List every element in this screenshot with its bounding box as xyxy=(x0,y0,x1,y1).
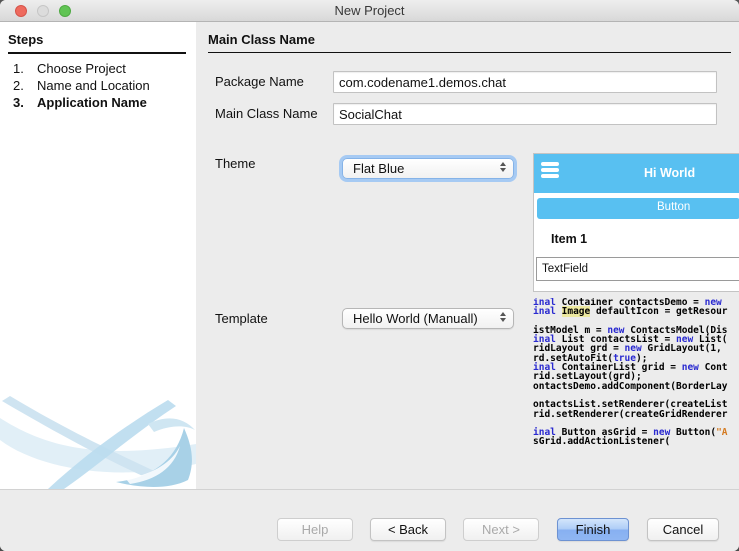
cancel-button[interactable]: Cancel xyxy=(647,518,719,541)
window-title: New Project xyxy=(0,3,739,18)
wizard-step-1: 1.Choose Project xyxy=(0,60,196,77)
select-stepper-icon xyxy=(500,162,506,172)
preview-title: Hi World xyxy=(644,166,695,180)
preview-list-item: Item 1 xyxy=(551,232,587,246)
package-name-input[interactable] xyxy=(333,71,717,93)
step-number: 3. xyxy=(0,95,26,110)
package-name-label: Package Name xyxy=(215,74,304,89)
help-button: Help xyxy=(277,518,353,541)
back-button[interactable]: < Back xyxy=(370,518,446,541)
decorative-swoosh xyxy=(0,384,196,489)
code-line: ontactsDemo.addComponent(BorderLay xyxy=(533,382,739,391)
wizard-main-panel: Main Class Name Package Name Main Class … xyxy=(196,22,739,489)
theme-select-value: Flat Blue xyxy=(353,161,404,176)
step-label: Choose Project xyxy=(26,61,126,76)
steps-sidebar: Steps 1.Choose Project2.Name and Locatio… xyxy=(0,22,196,489)
step-label: Name and Location xyxy=(26,78,150,93)
select-stepper-icon xyxy=(500,312,506,322)
template-label: Template xyxy=(215,311,268,326)
steps-heading: Steps xyxy=(8,32,186,54)
wizard-step-3: 3.Application Name xyxy=(0,94,196,111)
code-line: inal Image defaultIcon = getResour xyxy=(533,307,739,316)
steps-list: 1.Choose Project2.Name and Location3.App… xyxy=(0,60,196,111)
title-bar: New Project xyxy=(0,0,739,22)
theme-label: Theme xyxy=(215,156,255,171)
preview-button: Button xyxy=(537,198,739,219)
code-line: sGrid.addActionListener( xyxy=(533,437,739,446)
theme-preview-image: Hi World Button Item 1 TextField xyxy=(533,153,739,292)
step-label: Application Name xyxy=(26,95,147,110)
main-class-name-input[interactable] xyxy=(333,103,717,125)
hamburger-menu-icon xyxy=(541,162,559,180)
panel-heading: Main Class Name xyxy=(208,32,731,53)
wizard-step-2: 2.Name and Location xyxy=(0,77,196,94)
preview-button-label: Button xyxy=(657,201,690,213)
new-project-dialog: New Project Steps 1.Choose Project2.Name… xyxy=(0,0,739,551)
finish-button[interactable]: Finish xyxy=(557,518,629,541)
preview-titlebar: Hi World xyxy=(534,154,739,193)
preview-textfield: TextField xyxy=(536,257,739,281)
next-button: Next > xyxy=(463,518,539,541)
template-select-value: Hello World (Manuall) xyxy=(353,311,478,326)
step-number: 2. xyxy=(0,78,26,93)
template-select[interactable]: Hello World (Manuall) xyxy=(342,308,514,329)
wizard-button-bar: Help < Back Next > Finish Cancel xyxy=(0,489,739,551)
code-line: rid.setRenderer(createGridRenderer xyxy=(533,410,739,419)
main-class-name-label: Main Class Name xyxy=(215,106,318,121)
step-number: 1. xyxy=(0,61,26,76)
template-code-preview: inal Container contactsDemo = new inal I… xyxy=(533,298,739,448)
theme-select[interactable]: Flat Blue xyxy=(342,158,514,179)
